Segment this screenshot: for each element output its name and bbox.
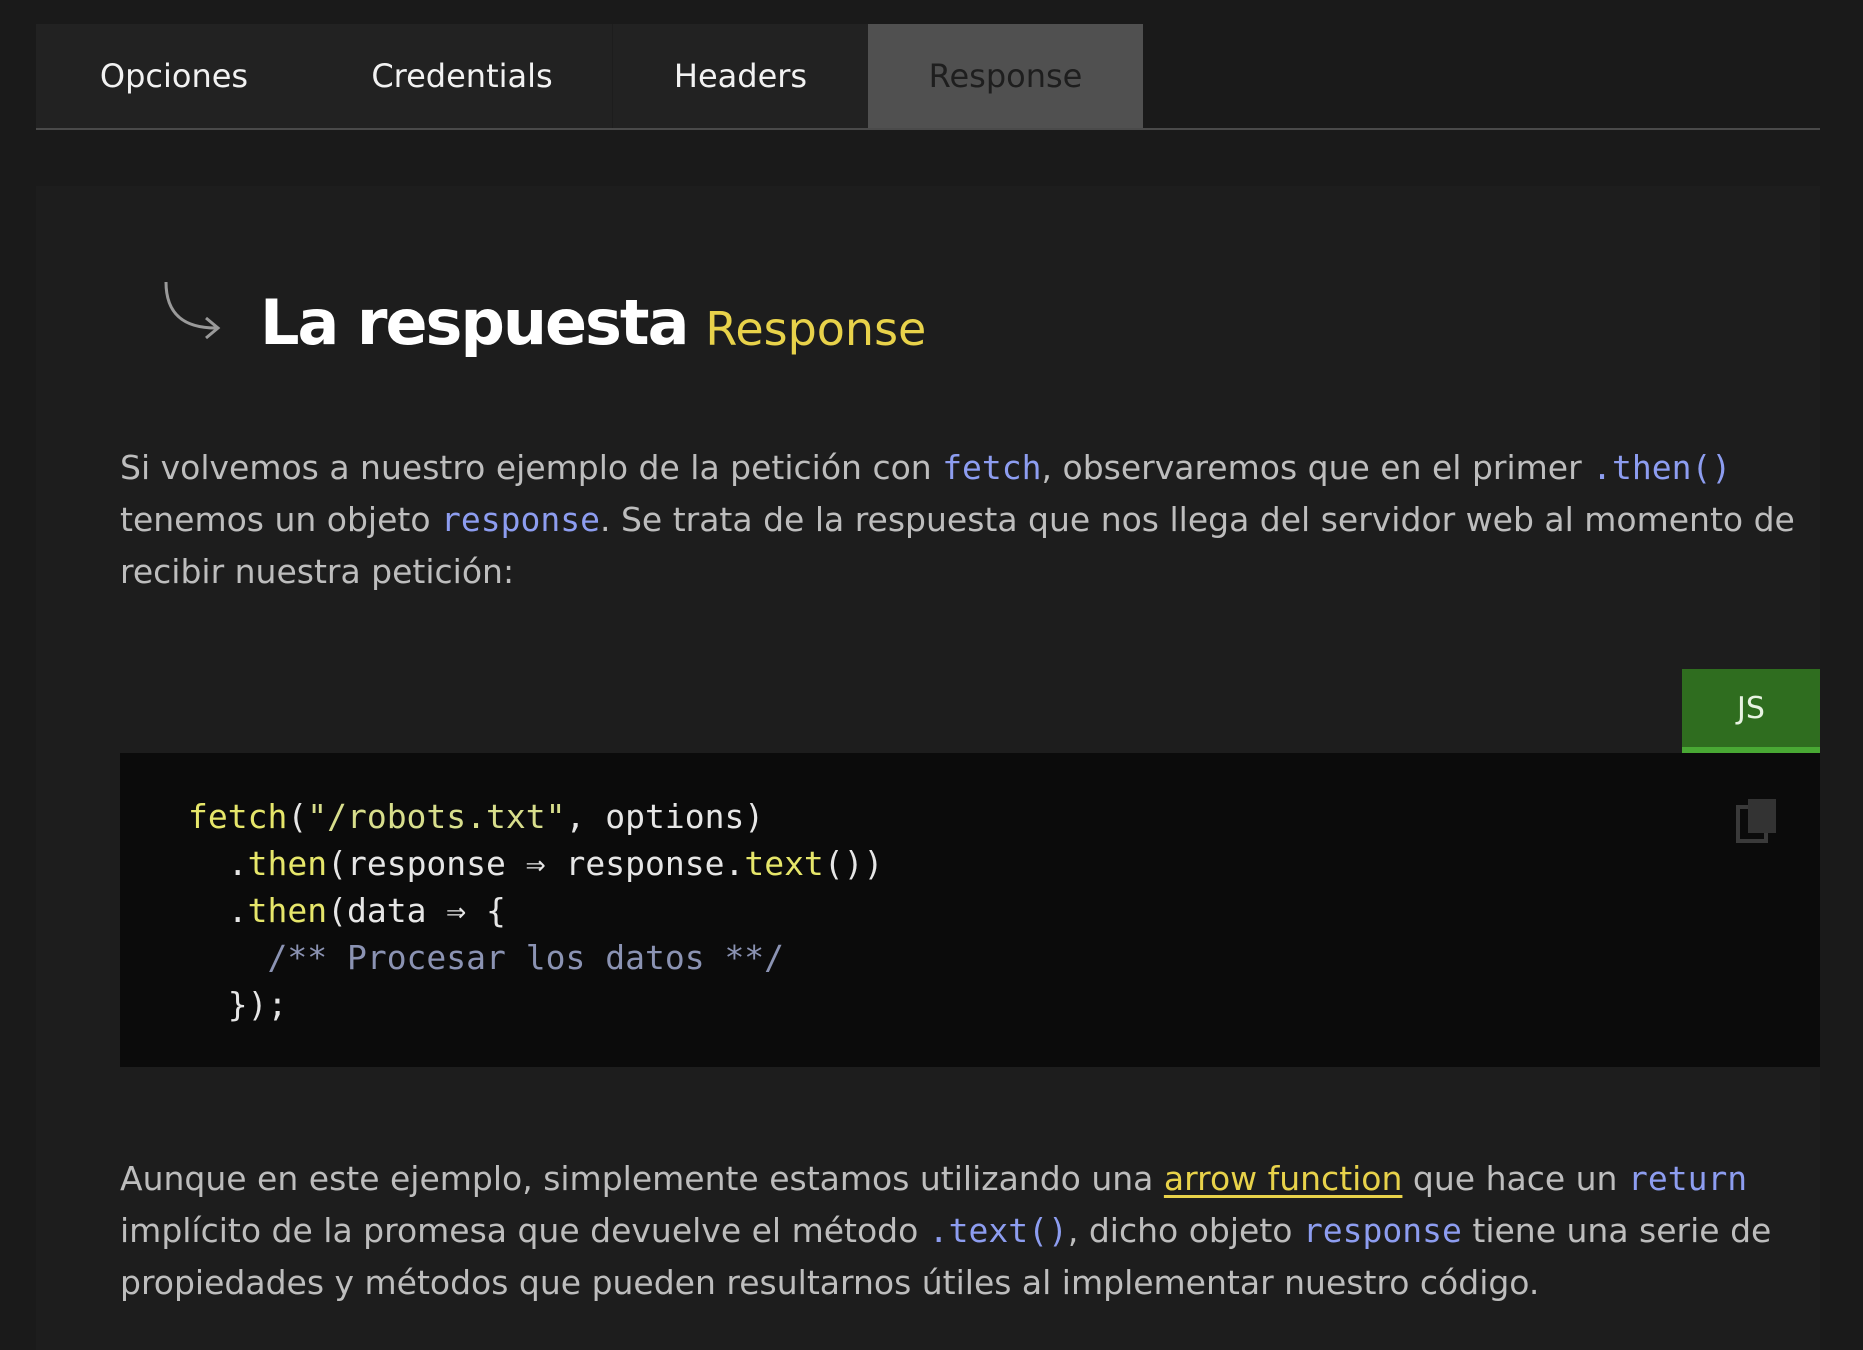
section-heading: La respuesta Response	[156, 276, 926, 354]
text: Aunque en este ejemplo, simplemente esta…	[120, 1159, 1164, 1198]
code-token: (response ⇒ response.	[327, 844, 745, 883]
code-token: "/robots.txt"	[307, 797, 566, 836]
arrow-function-link[interactable]: arrow function	[1164, 1159, 1403, 1198]
text: Si volvemos a nuestro ejemplo de la peti…	[120, 448, 943, 487]
inline-code-return: return	[1627, 1159, 1748, 1198]
code-token: text	[744, 844, 824, 883]
code-token: .	[188, 844, 248, 883]
tab-credentials[interactable]: Credentials	[312, 24, 612, 128]
code-token: .	[188, 891, 248, 930]
intro-paragraph: Si volvemos a nuestro ejemplo de la peti…	[120, 442, 1800, 598]
tab-opciones[interactable]: Opciones	[36, 24, 312, 128]
code-block[interactable]: fetch("/robots.txt", options) .then(resp…	[120, 753, 1820, 1067]
inline-code-response: response	[441, 500, 600, 539]
code-token: (	[287, 797, 308, 836]
code-comment: /** Procesar los datos **/	[267, 938, 785, 977]
code-token: ())	[823, 844, 884, 883]
inline-code-then: .then()	[1592, 448, 1732, 487]
content-panel: La respuesta Response Si volvemos a nues…	[36, 186, 1820, 1350]
curved-arrow-icon	[164, 281, 221, 340]
code-token: then	[247, 891, 328, 930]
text: , observaremos que en el primer	[1041, 448, 1593, 487]
explanation-paragraph: Aunque en este ejemplo, simplemente esta…	[120, 1153, 1800, 1309]
inline-code-fetch: fetch	[942, 448, 1042, 487]
code-token: (data ⇒ {	[327, 891, 506, 930]
page-title: La respuesta	[260, 286, 689, 359]
code-token: fetch	[188, 797, 288, 836]
tab-bar: Opciones Credentials Headers Response	[36, 24, 1820, 130]
text: que hace un	[1402, 1159, 1628, 1198]
tab-headers[interactable]: Headers	[612, 24, 868, 128]
text: , dicho objeto	[1067, 1211, 1303, 1250]
code-token: , options)	[565, 797, 765, 836]
tab-response[interactable]: Response	[868, 24, 1143, 128]
language-badge: JS	[1682, 669, 1820, 753]
copy-icon[interactable]	[1736, 797, 1778, 845]
inline-code-response: response	[1302, 1211, 1462, 1250]
inline-code-text: .text()	[928, 1211, 1068, 1250]
text: implícito de la promesa que devuelve el …	[120, 1211, 929, 1250]
code-token: });	[188, 985, 288, 1024]
code-token: then	[247, 844, 328, 883]
page-subtitle: Response	[705, 302, 927, 356]
text: tenemos un objeto	[120, 500, 442, 539]
page: Opciones Credentials Headers Response La…	[0, 0, 1863, 1350]
